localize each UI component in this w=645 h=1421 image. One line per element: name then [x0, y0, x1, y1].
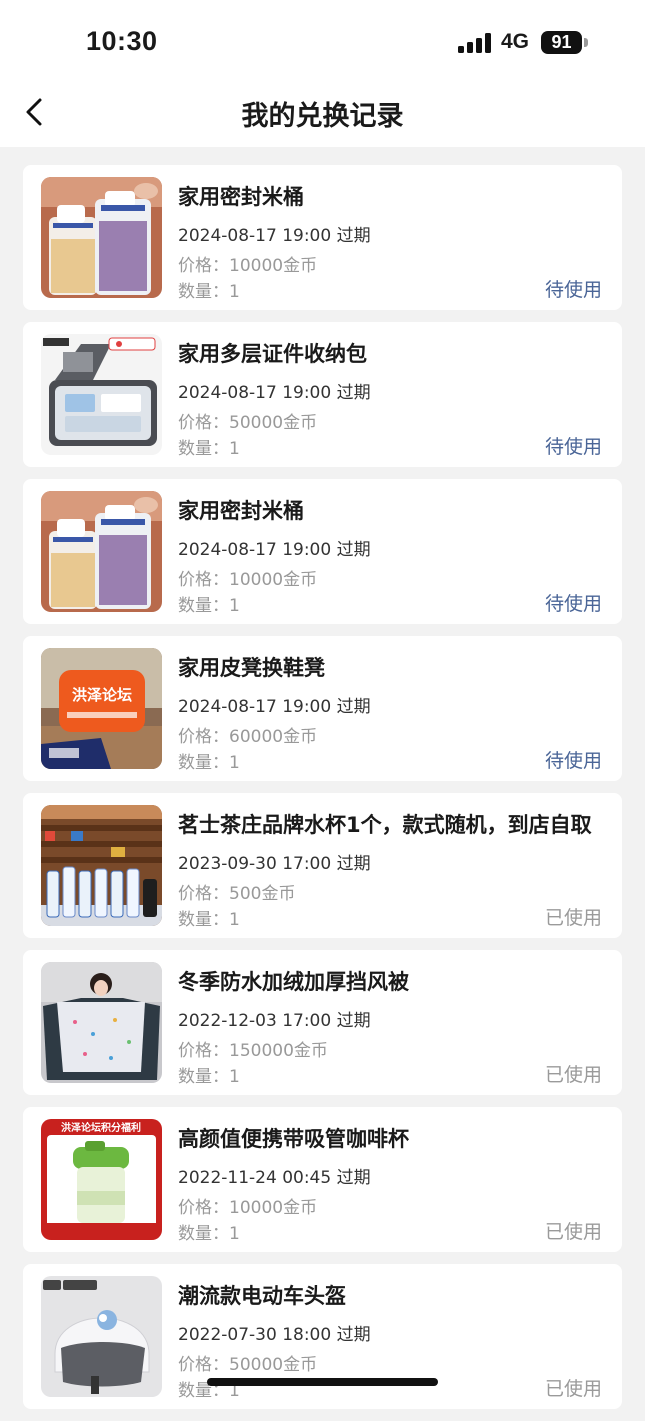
item-quantity: 数量：1	[178, 439, 240, 459]
item-price: 价格：500金币	[178, 884, 296, 904]
expire-time: 2022-11-24 00:45 过期	[178, 1168, 371, 1188]
item-name: 茗士茶庄品牌水杯1个，款式随机，到店自取	[178, 813, 592, 837]
network-label: 4G	[501, 30, 530, 53]
item-price: 价格：50000金币	[178, 413, 318, 433]
record-card[interactable]: 洪泽论坛 家用皮凳换鞋凳 2024-08-17 19:00 过期 价格：6000…	[23, 636, 622, 781]
status-label: 已使用	[544, 907, 602, 929]
stool-image: 洪泽论坛	[41, 648, 162, 769]
item-name: 家用皮凳换鞋凳	[178, 656, 325, 680]
status-time: 10:30	[86, 26, 158, 56]
tea-shop-cups-image	[41, 805, 162, 926]
item-price: 价格：10000金币	[178, 1198, 318, 1218]
item-name: 高颜值便携带吸管咖啡杯	[178, 1127, 409, 1151]
record-card[interactable]: 家用密封米桶 2024-08-17 19:00 过期 价格：10000金币 数量…	[23, 165, 622, 310]
item-name: 家用多层证件收纳包	[178, 342, 367, 366]
item-quantity: 数量：1	[178, 910, 240, 930]
record-card[interactable]: 潮流款电动车头盔 2022-07-30 18:00 过期 价格：50000金币 …	[23, 1264, 622, 1409]
record-card[interactable]: 冬季防水加绒加厚挡风被 2022-12-03 17:00 过期 价格：15000…	[23, 950, 622, 1095]
expire-time: 2024-08-17 19:00 过期	[178, 697, 371, 717]
record-card[interactable]: 洪泽论坛积分福利 高颜值便携带吸管咖啡杯 2022-11-24 00:45 过期…	[23, 1107, 622, 1252]
item-price: 价格：10000金币	[178, 256, 318, 276]
item-quantity: 数量：1	[178, 1224, 240, 1244]
item-name: 家用密封米桶	[178, 185, 304, 209]
record-card[interactable]: 家用密封米桶 2024-08-17 19:00 过期 价格：10000金币 数量…	[23, 479, 622, 624]
item-price: 价格：50000金币	[178, 1355, 318, 1375]
helmet-image	[41, 1276, 162, 1397]
rice-bucket-image	[41, 177, 162, 298]
document-organizer-image	[41, 334, 162, 455]
record-card[interactable]: 家用多层证件收纳包 2024-08-17 19:00 过期 价格：50000金币…	[23, 322, 622, 467]
item-quantity: 数量：1	[178, 1067, 240, 1087]
battery-cap	[584, 38, 588, 47]
expire-time: 2024-08-17 19:00 过期	[178, 540, 371, 560]
page-title: 我的兑换记录	[241, 101, 404, 132]
rice-bucket-image	[41, 491, 162, 612]
expire-time: 2022-07-30 18:00 过期	[178, 1325, 371, 1345]
item-name: 冬季防水加绒加厚挡风被	[178, 970, 409, 994]
status-label: 待使用	[544, 436, 602, 458]
status-label: 已使用	[544, 1064, 602, 1086]
status-label: 待使用	[544, 750, 602, 772]
item-quantity: 数量：1	[178, 596, 240, 616]
record-card[interactable]: 茗士茶庄品牌水杯1个，款式随机，到店自取 2023-09-30 17:00 过期…	[23, 793, 622, 938]
status-label: 已使用	[544, 1221, 602, 1243]
battery-icon: 91	[541, 31, 582, 54]
stool-image-text: 洪泽论坛	[72, 686, 132, 704]
signal-icon	[458, 33, 492, 53]
status-label: 待使用	[544, 279, 602, 301]
item-quantity: 数量：1	[178, 753, 240, 773]
coffee-cup-image: 洪泽论坛积分福利	[41, 1119, 162, 1240]
status-label: 已使用	[544, 1378, 602, 1400]
expire-time: 2022-12-03 17:00 过期	[178, 1011, 371, 1031]
home-indicator[interactable]	[207, 1378, 438, 1386]
item-name: 家用密封米桶	[178, 499, 304, 523]
windshield-quilt-image	[41, 962, 162, 1083]
expire-time: 2023-09-30 17:00 过期	[178, 854, 371, 874]
top-bar: 10:30 4G 91 我的兑换记录	[0, 0, 645, 147]
item-name: 潮流款电动车头盔	[178, 1284, 346, 1308]
item-quantity: 数量：1	[178, 282, 240, 302]
expire-time: 2024-08-17 19:00 过期	[178, 383, 371, 403]
item-price: 价格：60000金币	[178, 727, 318, 747]
item-price: 价格：150000金币	[178, 1041, 328, 1061]
coffee-cup-image-text: 洪泽论坛积分福利	[61, 1121, 141, 1134]
record-list: 家用密封米桶 2024-08-17 19:00 过期 价格：10000金币 数量…	[23, 165, 622, 1421]
expire-time: 2024-08-17 19:00 过期	[178, 226, 371, 246]
status-label: 待使用	[544, 593, 602, 615]
item-price: 价格：10000金币	[178, 570, 318, 590]
